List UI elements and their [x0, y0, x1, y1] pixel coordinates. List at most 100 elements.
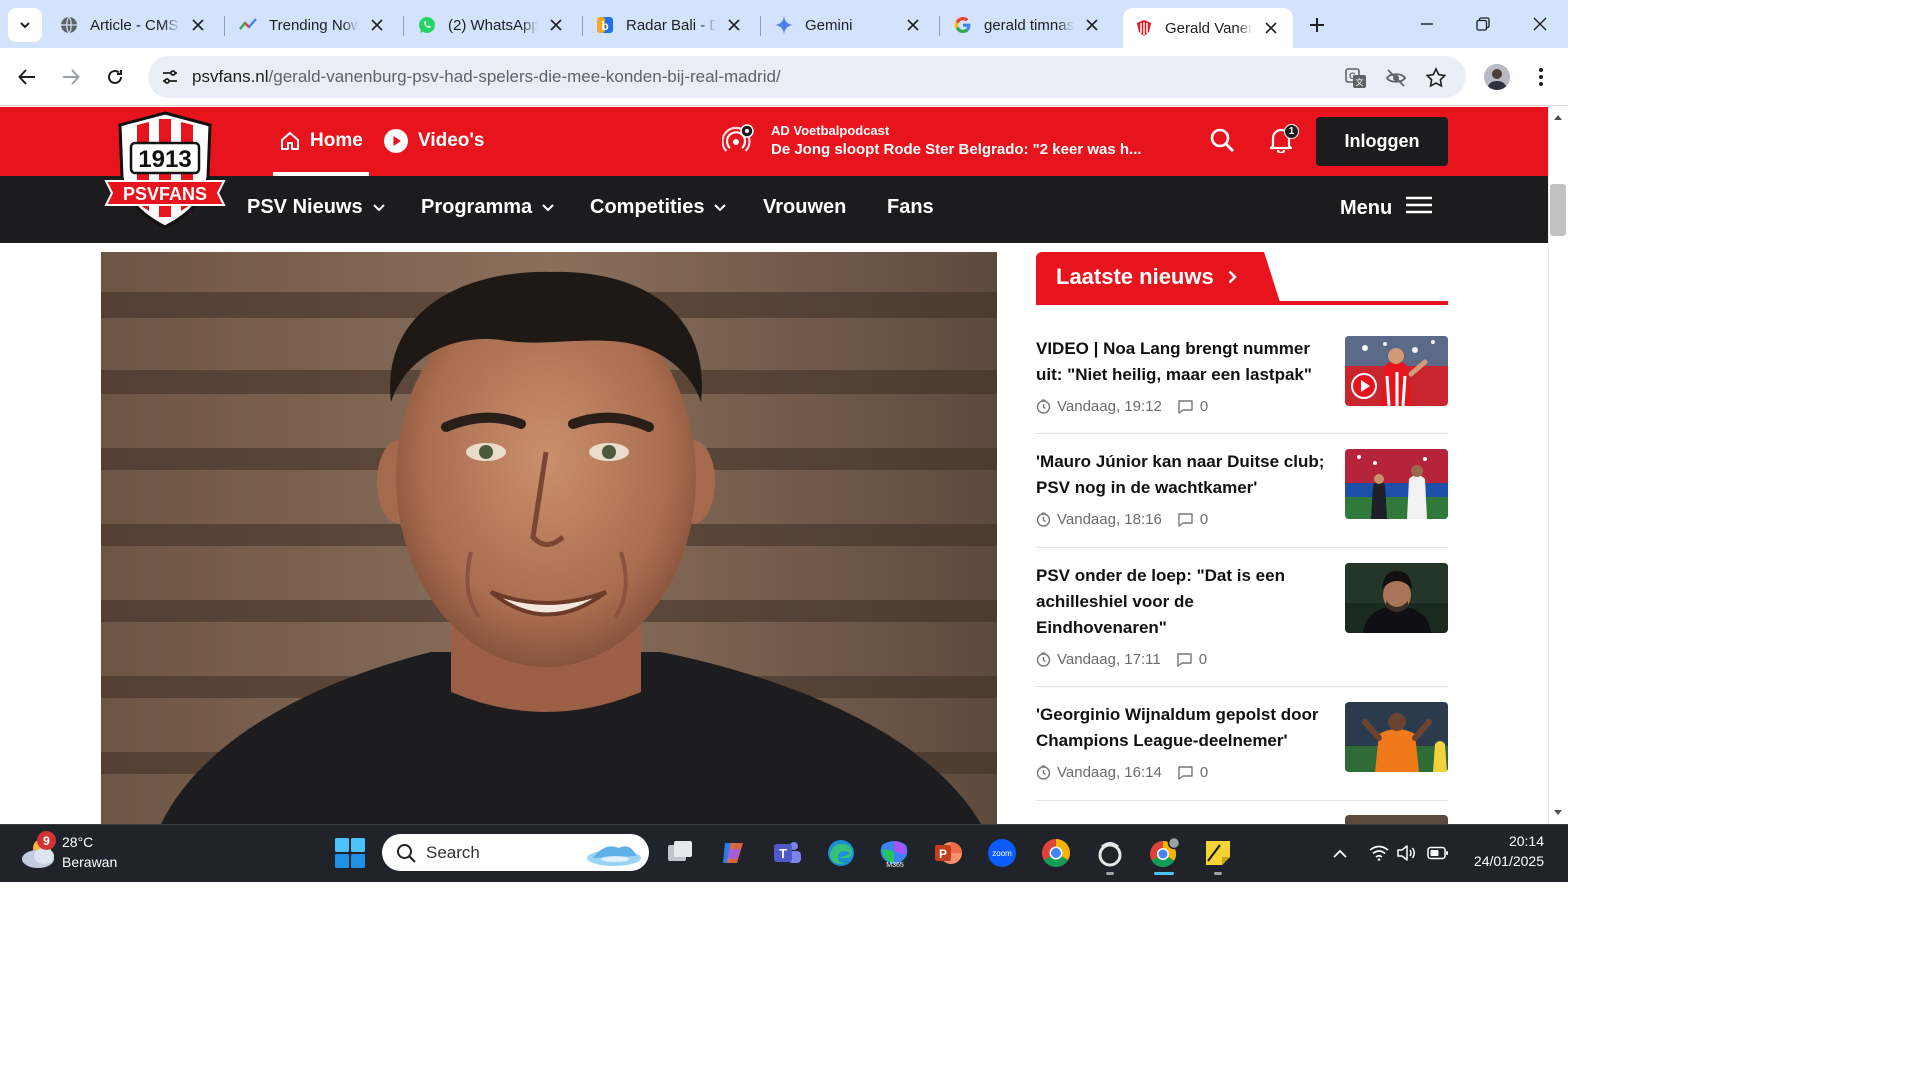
news-thumbnail[interactable]	[1345, 449, 1448, 519]
reload-icon	[108, 69, 122, 84]
news-item[interactable]: 'Mauro Júnior kan naar Duitse club; PSV …	[1036, 449, 1448, 541]
play-circle-icon	[384, 129, 408, 153]
latest-news-label: Laatste nieuws	[1056, 264, 1214, 289]
close-tab-icon[interactable]	[546, 15, 566, 35]
taskbar-chrome[interactable]	[1039, 836, 1073, 870]
tray-battery[interactable]	[1427, 842, 1449, 864]
profile-avatar[interactable]	[1484, 64, 1510, 90]
news-thumbnail[interactable]	[1345, 702, 1448, 772]
tab-search-button[interactable]	[8, 8, 42, 42]
translate-icon[interactable]: G文	[1344, 66, 1368, 90]
close-tab-icon[interactable]	[1082, 15, 1102, 35]
browser-menu-button[interactable]	[1525, 61, 1557, 93]
tray-volume[interactable]	[1396, 842, 1418, 864]
tab-trending-now[interactable]: Trending Now	[227, 6, 399, 44]
scroll-up-arrow[interactable]	[1552, 111, 1564, 123]
news-thumbnail[interactable]	[1345, 563, 1448, 633]
windows-start-icon[interactable]	[334, 837, 366, 869]
ring-app-icon	[1098, 842, 1122, 867]
tab-article-cms[interactable]: Article - CMS	[48, 6, 220, 44]
tab-whatsapp[interactable]: (2) WhatsApp	[406, 6, 578, 44]
search-button[interactable]	[1207, 125, 1237, 155]
nav-videos[interactable]: Video's	[384, 127, 484, 155]
minimize-button[interactable]	[1407, 8, 1447, 40]
close-tab-icon[interactable]	[367, 15, 387, 35]
taskbar-active-indicator	[1154, 872, 1174, 875]
weather-temperature[interactable]: 28°C	[62, 834, 93, 850]
news-title[interactable]: 'Mauro Júnior kan naar Duitse club; PSV …	[1036, 449, 1326, 501]
reload-button[interactable]	[99, 61, 131, 93]
minimize-icon	[1421, 23, 1433, 25]
address-bar[interactable]: psvfans.nl/gerald-vanenburg-psv-had-spel…	[148, 56, 1466, 98]
taskbar-sticky-notes[interactable]	[1201, 836, 1235, 870]
latest-news-heading[interactable]: Laatste nieuws	[1036, 252, 1280, 302]
news-item[interactable]: 'Georginio Wijnaldum gepolst door Champi…	[1036, 702, 1448, 794]
teams-icon: T	[774, 842, 801, 863]
psvfans-logo[interactable]: 1913 PSVFANS	[104, 111, 226, 229]
close-tab-icon[interactable]	[188, 15, 208, 35]
site-info-icon[interactable]	[158, 65, 182, 89]
taskbar-powerpoint[interactable]: P	[931, 836, 965, 870]
taskbar-app-ring[interactable]	[1093, 836, 1127, 870]
divider	[1036, 800, 1448, 801]
chevron-up-icon	[1333, 849, 1347, 858]
eye-off-icon[interactable]	[1384, 66, 1408, 90]
article-hero-image	[101, 252, 997, 824]
podcast-label: AD Voetbalpodcast	[771, 123, 890, 138]
news-title[interactable]: VIDEO | Noa Lang brengt nummer uit: "Nie…	[1036, 336, 1326, 388]
url-text[interactable]: psvfans.nl/gerald-vanenburg-psv-had-spel…	[192, 67, 781, 87]
close-tab-icon[interactable]	[1261, 18, 1281, 38]
bookmark-star-icon[interactable]	[1424, 66, 1448, 90]
news-title[interactable]: PSV onder de loep: "Dat is een achillesh…	[1036, 563, 1326, 641]
weather-condition[interactable]: Berawan	[62, 854, 117, 870]
taskbar-m365[interactable]: M365	[877, 836, 911, 870]
restore-button[interactable]	[1463, 8, 1503, 40]
taskbar-clock-time[interactable]: 20:14	[1470, 833, 1544, 849]
nav-vrouwen[interactable]: Vrouwen	[763, 196, 846, 219]
podcast-episode-title[interactable]: De Jong sloopt Rode Ster Belgrado: "2 ke…	[771, 141, 1142, 158]
comment-icon	[1178, 399, 1193, 414]
login-button[interactable]: Inloggen	[1316, 117, 1448, 166]
forward-button[interactable]	[55, 61, 87, 93]
scroll-down-arrow[interactable]	[1552, 807, 1564, 819]
notification-count-badge: 1	[1284, 124, 1299, 139]
taskbar-search-label: Search	[426, 842, 480, 862]
taskbar-task-view[interactable]	[663, 836, 697, 870]
nav-fans[interactable]: Fans	[887, 196, 934, 219]
tray-wifi[interactable]	[1368, 842, 1390, 864]
taskbar-copilot[interactable]	[716, 836, 750, 870]
taskbar-search[interactable]: Search	[382, 834, 649, 871]
news-item[interactable]: PSV onder de loep: "Dat is een achillesh…	[1036, 563, 1448, 673]
tab-gemini[interactable]: Gemini	[763, 6, 935, 44]
taskbar-zoom[interactable]: zoom	[985, 836, 1019, 870]
menu-button[interactable]: Menu	[1340, 196, 1433, 220]
taskbar-clock-date[interactable]: 24/01/2025	[1462, 853, 1544, 869]
news-item[interactable]: VIDEO | Noa Lang brengt nummer uit: "Nie…	[1036, 336, 1448, 428]
nav-home[interactable]: Home	[280, 127, 363, 155]
back-button[interactable]	[11, 61, 43, 93]
tab-google-search[interactable]: gerald timnas	[942, 6, 1114, 44]
zoom-icon: zoom	[988, 839, 1016, 867]
close-tab-icon[interactable]	[903, 15, 923, 35]
taskbar-edge[interactable]	[824, 836, 858, 870]
news-title[interactable]: 'Georginio Wijnaldum gepolst door Champi…	[1036, 702, 1326, 754]
nav-videos-label: Video's	[418, 130, 485, 151]
trends-icon	[239, 16, 257, 34]
taskbar-teams[interactable]: T	[770, 836, 804, 870]
close-window-button[interactable]	[1520, 8, 1560, 40]
news-time: Vandaag, 18:16	[1057, 511, 1162, 528]
podcast-icon[interactable]	[722, 124, 754, 156]
nav-competities[interactable]: Competities	[590, 196, 727, 219]
close-tab-icon[interactable]	[724, 15, 744, 35]
new-tab-button[interactable]	[1304, 12, 1330, 38]
tray-overflow[interactable]	[1329, 842, 1351, 864]
nav-psv-nieuws[interactable]: PSV Nieuws	[247, 196, 385, 219]
active-nav-indicator	[273, 172, 369, 176]
tab-radar-bali[interactable]: b Radar Bali - D	[584, 6, 756, 44]
scrollbar-thumb[interactable]	[1550, 184, 1566, 236]
nav-programma[interactable]: Programma	[421, 196, 554, 219]
taskbar-chrome-profile[interactable]	[1147, 836, 1181, 870]
tab-gerald-vanenburg[interactable]: Gerald Vanenb	[1123, 8, 1293, 48]
news-thumbnail[interactable]	[1345, 336, 1448, 406]
svg-text:zoom: zoom	[992, 849, 1012, 858]
